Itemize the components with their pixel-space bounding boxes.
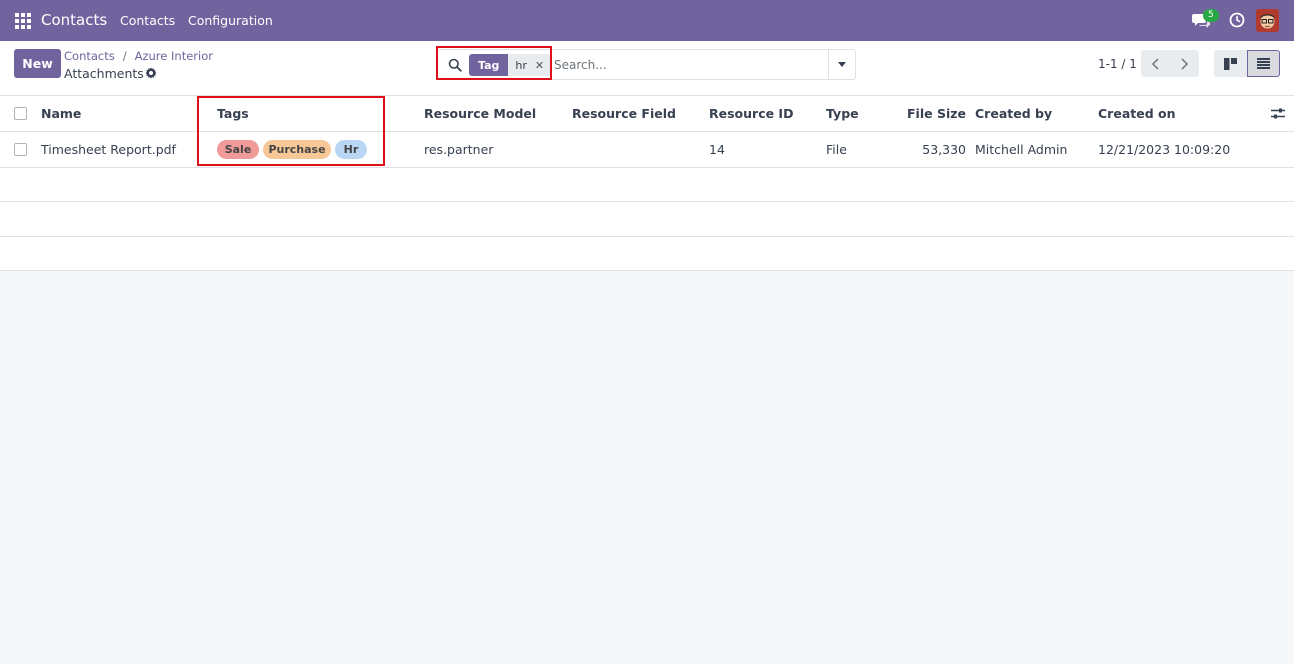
column-header-resource-field[interactable]: Resource Field [572,106,676,121]
chevron-left-icon [1151,57,1159,70]
top-navbar: Contacts Contacts Configuration 5 [0,0,1294,41]
facet-value-wrap: hr ✕ [508,54,552,76]
column-settings-icon[interactable] [1271,107,1285,120]
clock-icon[interactable] [1229,12,1245,28]
cell-created-on[interactable]: 12/21/2023 10:09:20 [1098,142,1230,157]
pager-value[interactable]: 1-1 / 1 [1098,57,1137,71]
gear-icon[interactable] [145,67,157,79]
column-header-created-by[interactable]: Created by [975,106,1052,121]
column-header-tags[interactable]: Tags [217,106,249,121]
tag-sale: Sale [217,140,259,159]
select-all-checkbox[interactable] [14,107,27,120]
table-header: Name Tags Resource Model Resource Field … [0,96,1294,132]
column-header-created-on[interactable]: Created on [1098,106,1176,121]
row-checkbox[interactable] [14,143,27,156]
cell-file-size[interactable]: 53,330 [922,142,966,157]
app-brand[interactable]: Contacts [41,11,107,29]
chevron-right-icon [1181,57,1189,70]
search-facet-tag: Tag hr ✕ [469,54,552,76]
empty-row [0,168,1294,202]
empty-row [0,202,1294,237]
chat-count-badge: 5 [1203,9,1219,22]
breadcrumb: Contacts / Azure Interior [64,49,213,63]
column-header-file-size[interactable]: File Size [907,106,966,121]
new-button[interactable]: New [14,49,61,78]
column-header-name[interactable]: Name [41,106,81,121]
table-row[interactable]: Timesheet Report.pdf Sale Purchase Hr re… [0,132,1294,168]
page-title: Attachments [64,66,144,81]
control-panel: New Contacts / Azure Interior Attachment… [0,41,1294,96]
search-input[interactable] [554,55,828,75]
cell-created-by[interactable]: Mitchell Admin [975,142,1067,157]
kanban-view-button[interactable] [1214,50,1247,77]
cell-resource-model[interactable]: res.partner [424,142,493,157]
facet-label: Tag [469,54,509,76]
menu-contacts[interactable]: Contacts [120,13,175,28]
facet-remove-icon[interactable]: ✕ [535,59,544,72]
caret-down-icon [838,62,846,67]
list-view-button[interactable] [1247,50,1280,77]
column-header-resource-id[interactable]: Resource ID [709,106,793,121]
column-header-type[interactable]: Type [826,106,859,121]
cell-resource-id[interactable]: 14 [709,142,725,157]
column-header-resource-model[interactable]: Resource Model [424,106,536,121]
list-icon [1257,58,1270,69]
empty-row [0,237,1294,271]
breadcrumb-contacts[interactable]: Contacts [64,49,115,63]
tag-hr: Hr [335,140,367,159]
breadcrumb-azure-interior[interactable]: Azure Interior [135,49,213,63]
cell-type[interactable]: File [826,142,847,157]
search-box: Tag hr ✕ [437,49,856,80]
apps-grid-icon[interactable] [15,13,31,29]
user-avatar[interactable] [1256,9,1279,32]
menu-configuration[interactable]: Configuration [188,13,273,28]
pager-previous-button[interactable] [1141,50,1170,77]
cell-name[interactable]: Timesheet Report.pdf [41,142,176,157]
breadcrumb-separator: / [122,49,127,63]
facet-value: hr [515,58,527,72]
search-options-toggle[interactable] [828,50,855,79]
tag-purchase: Purchase [263,140,331,159]
search-icon [448,58,462,72]
kanban-icon [1224,57,1237,70]
pager-next-button[interactable] [1170,50,1199,77]
